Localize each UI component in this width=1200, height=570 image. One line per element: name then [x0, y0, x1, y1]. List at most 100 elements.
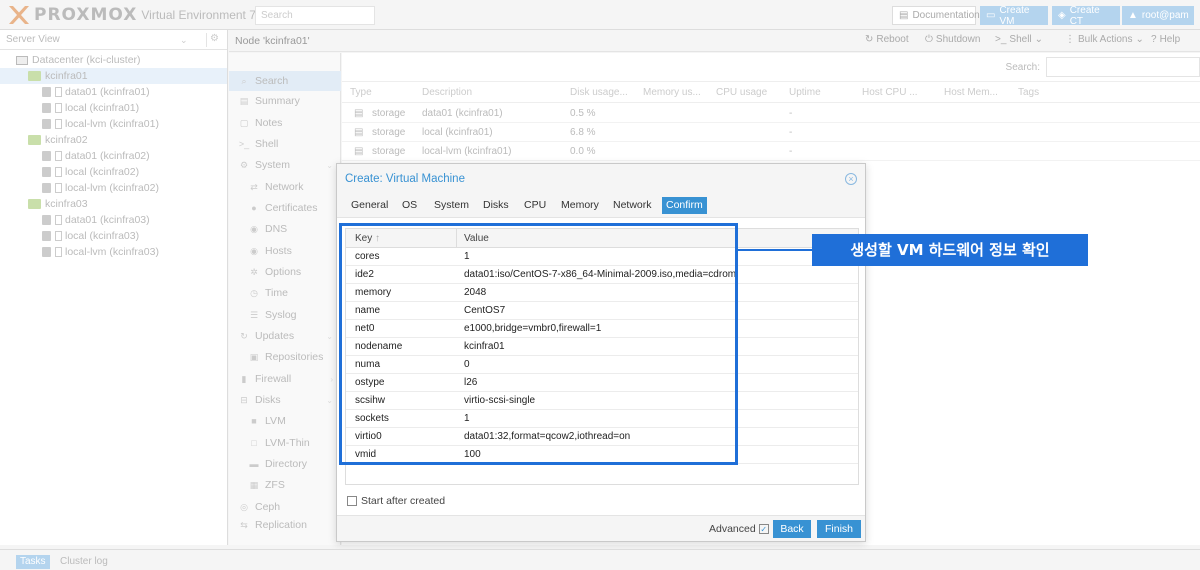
menu-label: Search	[255, 75, 289, 87]
gear-icon[interactable]: ⚙	[206, 33, 222, 47]
menu-shell[interactable]: >_ Shell	[229, 134, 341, 154]
tree-item-storage[interactable]: local (kcinfra03)	[0, 228, 227, 244]
storage-status-icon	[55, 231, 62, 241]
chevron-down-icon: ⌄	[326, 160, 333, 170]
tree-item-storage[interactable]: local (kcinfra01)	[0, 100, 227, 116]
reboot-button[interactable]: ↻ Reboot	[865, 34, 909, 45]
start-after-created-checkbox[interactable]: Start after created	[347, 495, 445, 507]
close-icon[interactable]: ×	[845, 173, 857, 185]
grid-search-input[interactable]	[1046, 57, 1200, 77]
tab-cluster-log[interactable]: Cluster log	[56, 555, 112, 569]
create-vm-button[interactable]: ▭ Create VM	[980, 5, 1048, 27]
column-cpu-usage[interactable]: CPU usage	[716, 87, 767, 98]
menu-lvm-thin[interactable]: □ LVM-Thin	[229, 433, 341, 453]
node-title: Node 'kcinfra01'	[235, 35, 310, 47]
book-icon: ▤	[899, 10, 909, 21]
tree-item-storage[interactable]: local-lvm (kcinfra03)	[0, 244, 227, 260]
menu-time[interactable]: ◷ Time	[229, 283, 341, 303]
menu-syslog[interactable]: ☰ Syslog	[229, 305, 341, 325]
column-type[interactable]: Type	[350, 87, 372, 98]
column-tags[interactable]: Tags	[1018, 87, 1039, 98]
tree-item-storage[interactable]: data01 (kcinfra01)	[0, 84, 227, 100]
table-row[interactable]: ▤ storage local (kcinfra01) 6.8 % -	[342, 123, 1200, 142]
node-menu: ⌕ Search ▤ Summary ▢ Notes >_ Shell ⚙ System ⌄…	[229, 53, 341, 545]
menu-lvm[interactable]: ■ LVM	[229, 411, 341, 431]
grid-header: Type Description Disk usage... Memory us…	[342, 81, 1200, 103]
menu-label: Summary	[255, 95, 300, 107]
menu-label: LVM	[265, 415, 286, 427]
tab-general[interactable]: General	[347, 197, 392, 214]
menu-certificates[interactable]: ● Certificates	[229, 198, 341, 218]
menu-zfs[interactable]: ▦ ZFS	[229, 475, 341, 495]
highlight-box	[339, 223, 738, 465]
column-uptime[interactable]: Uptime	[789, 87, 821, 98]
tab-cpu[interactable]: CPU	[520, 197, 550, 214]
terminal-icon: >_	[995, 34, 1007, 45]
tree-item-node[interactable]: kcinfra01	[0, 68, 227, 84]
storage-icon: ▤	[354, 146, 364, 157]
menu-system[interactable]: ⚙ System ⌄	[229, 155, 341, 175]
view-selector[interactable]: Server View ⌄ ⚙	[0, 30, 227, 50]
help-label: Help	[1159, 34, 1181, 45]
menu-label: Ceph	[255, 501, 281, 513]
menu-search[interactable]: ⌕ Search	[229, 71, 341, 91]
menu-updates[interactable]: ↻ Updates ⌄	[229, 326, 341, 346]
menu-label: Hosts	[265, 245, 292, 257]
tab-os[interactable]: OS	[398, 197, 421, 214]
tree-item-storage[interactable]: local-lvm (kcinfra02)	[0, 180, 227, 196]
help-button[interactable]: ? Help	[1151, 34, 1180, 45]
bulk-actions-button[interactable]: ⋮ Bulk Actions ⌄	[1065, 34, 1144, 45]
back-button[interactable]: Back	[773, 520, 811, 538]
finish-button[interactable]: Finish	[817, 520, 861, 538]
menu-hosts[interactable]: ◉ Hosts	[229, 241, 341, 261]
tree-item-storage[interactable]: data01 (kcinfra03)	[0, 212, 227, 228]
tab-tasks[interactable]: Tasks	[16, 555, 50, 569]
menu-options[interactable]: ✲ Options	[229, 262, 341, 282]
column-host-memory[interactable]: Host Mem...	[944, 87, 998, 98]
square-outline-icon: □	[251, 438, 257, 448]
menu-network[interactable]: ⇄ Network	[229, 177, 341, 197]
menu-summary[interactable]: ▤ Summary	[229, 91, 341, 111]
storage-icon: ▤	[354, 127, 364, 138]
create-ct-button[interactable]: ◈ Create CT	[1052, 5, 1120, 27]
tree-item-storage[interactable]: data01 (kcinfra02)	[0, 148, 227, 164]
menu-ceph[interactable]: ◎ Ceph	[229, 497, 341, 517]
tab-memory[interactable]: Memory	[557, 197, 603, 214]
tree-item-storage[interactable]: local (kcinfra02)	[0, 164, 227, 180]
table-row[interactable]: ▤ storage data01 (kcinfra01) 0.5 % -	[342, 104, 1200, 123]
hdd-icon: ⊟	[240, 394, 248, 405]
book-icon: ▤	[239, 95, 249, 106]
column-description[interactable]: Description	[422, 87, 472, 98]
menu-directory[interactable]: ▬ Directory	[229, 454, 341, 474]
advanced-checkbox[interactable]: Advanced ✓	[709, 523, 769, 535]
menu-dns[interactable]: ◉ DNS	[229, 219, 341, 239]
tab-system[interactable]: System	[430, 197, 473, 214]
storage-status-icon	[55, 247, 62, 257]
tree-item-datacenter[interactable]: Datacenter (kci-cluster)	[0, 52, 227, 68]
global-search-input[interactable]: Search	[255, 6, 375, 25]
table-row[interactable]: ▤ storage local-lvm (kcinfra01) 0.0 % -	[342, 142, 1200, 161]
datacenter-icon	[16, 55, 28, 65]
proxmox-logo: PROXMOX Virtual Environment 7.4-3	[8, 5, 277, 25]
menu-label: Updates	[255, 330, 295, 342]
column-disk-usage[interactable]: Disk usage...	[570, 87, 628, 98]
user-menu-button[interactable]: ▲ root@pam	[1122, 6, 1194, 25]
tree-item-node[interactable]: kcinfra02	[0, 132, 227, 148]
menu-notes[interactable]: ▢ Notes	[229, 113, 341, 133]
menu-disks[interactable]: ⊟ Disks ⌄	[229, 390, 341, 410]
menu-firewall[interactable]: ▮ Firewall ›	[229, 369, 341, 389]
shell-button[interactable]: >_ Shell ⌄	[995, 34, 1043, 45]
tab-network[interactable]: Network	[609, 197, 656, 214]
column-memory-usage[interactable]: Memory us...	[643, 87, 701, 98]
cell-disk-usage: 6.8 %	[570, 127, 596, 138]
tree-item-node[interactable]: kcinfra03	[0, 196, 227, 212]
tab-confirm[interactable]: Confirm	[662, 197, 707, 214]
shutdown-button[interactable]: ⏻ Shutdown	[925, 34, 980, 45]
documentation-button[interactable]: ▤ Documentation	[892, 6, 980, 25]
column-host-cpu[interactable]: Host CPU ...	[862, 87, 918, 98]
tab-disks[interactable]: Disks	[479, 197, 513, 214]
menu-replication[interactable]: ⇆ Replication	[229, 518, 341, 532]
log-panel-bar: Tasks Cluster log	[0, 549, 1200, 570]
menu-repositories[interactable]: ▣ Repositories	[229, 347, 341, 367]
tree-item-storage[interactable]: local-lvm (kcinfra01)	[0, 116, 227, 132]
